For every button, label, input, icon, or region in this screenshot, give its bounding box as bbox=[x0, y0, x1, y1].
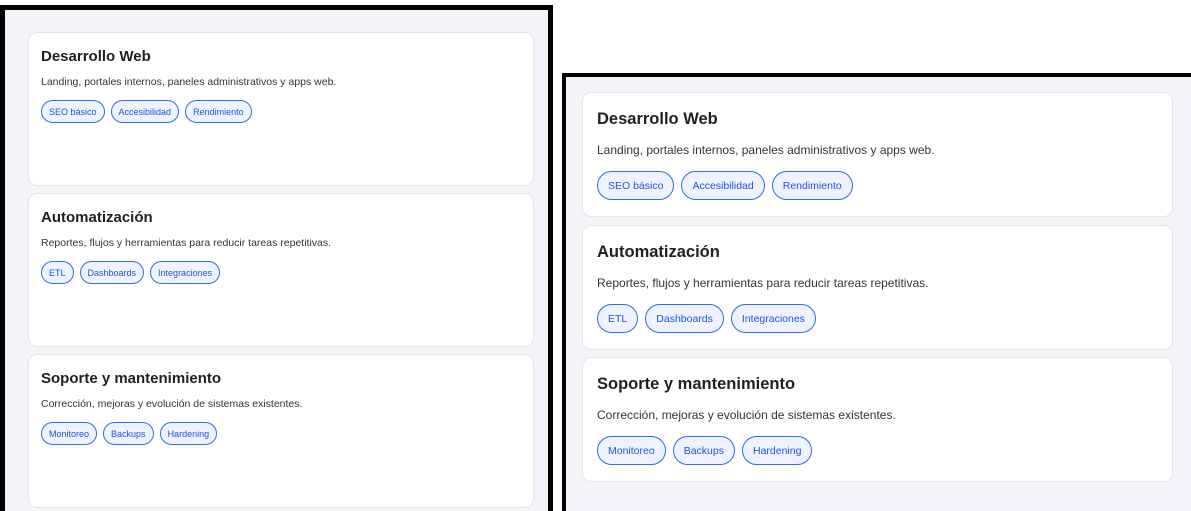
service-card-automation: Automatización Reportes, flujos y herram… bbox=[28, 193, 534, 347]
card-description: Reportes, flujos y herramientas para red… bbox=[41, 237, 332, 249]
tag-backups[interactable]: Backups bbox=[672, 436, 735, 465]
tag-integrations[interactable]: Integraciones bbox=[730, 304, 816, 333]
service-card-web: Desarrollo Web Landing, portales interno… bbox=[28, 32, 534, 186]
service-card-support: Soporte y mantenimiento Corrección, mejo… bbox=[582, 357, 1173, 482]
tag-integrations[interactable]: Integraciones bbox=[150, 261, 221, 284]
card-title: Automatización bbox=[597, 243, 720, 261]
tag-hardening[interactable]: Hardening bbox=[741, 436, 813, 465]
tag-monitoring[interactable]: Monitoreo bbox=[41, 422, 98, 445]
tag-list: ETL Dashboards Integraciones bbox=[597, 304, 816, 333]
tag-seo[interactable]: SEO básico bbox=[41, 100, 105, 123]
tag-list: SEO básico Accesibilidad Rendimiento bbox=[597, 171, 853, 200]
card-description: Landing, portales internos, paneles admi… bbox=[597, 143, 935, 157]
tag-list: SEO básico Accesibilidad Rendimiento bbox=[41, 100, 252, 123]
tag-backups[interactable]: Backups bbox=[103, 422, 154, 445]
service-card-support: Soporte y mantenimiento Corrección, mejo… bbox=[28, 354, 534, 508]
tag-seo[interactable]: SEO básico bbox=[597, 171, 675, 200]
tag-monitoring[interactable]: Monitoreo bbox=[597, 436, 666, 465]
tag-list: Monitoreo Backups Hardening bbox=[41, 422, 218, 445]
card-title: Soporte y mantenimiento bbox=[41, 370, 222, 387]
card-title: Automatización bbox=[41, 209, 153, 226]
card-title: Desarrollo Web bbox=[597, 110, 718, 128]
card-description: Corrección, mejoras y evolución de siste… bbox=[597, 408, 896, 422]
card-title: Soporte y mantenimiento bbox=[597, 375, 796, 393]
tag-dashboards[interactable]: Dashboards bbox=[79, 261, 145, 284]
tag-list: Monitoreo Backups Hardening bbox=[597, 436, 813, 465]
tag-performance[interactable]: Rendimiento bbox=[185, 100, 252, 123]
tag-performance[interactable]: Rendimiento bbox=[771, 171, 853, 200]
card-description: Reportes, flujos y herramientas para red… bbox=[597, 276, 929, 290]
tag-etl[interactable]: ETL bbox=[597, 304, 639, 333]
card-description: Corrección, mejoras y evolución de siste… bbox=[41, 398, 303, 410]
tag-hardening[interactable]: Hardening bbox=[159, 422, 218, 445]
tag-list: ETL Dashboards Integraciones bbox=[41, 261, 221, 284]
tag-etl[interactable]: ETL bbox=[41, 261, 74, 284]
services-panel-tall: Desarrollo Web Landing, portales interno… bbox=[0, 5, 553, 511]
tag-dashboards[interactable]: Dashboards bbox=[645, 304, 724, 333]
service-card-automation: Automatización Reportes, flujos y herram… bbox=[582, 225, 1173, 350]
tag-accessibility[interactable]: Accesibilidad bbox=[681, 171, 765, 200]
card-description: Landing, portales internos, paneles admi… bbox=[41, 76, 337, 88]
services-panel-compact: Desarrollo Web Landing, portales interno… bbox=[562, 73, 1191, 511]
service-card-web: Desarrollo Web Landing, portales interno… bbox=[582, 92, 1173, 217]
card-title: Desarrollo Web bbox=[41, 48, 151, 65]
tag-accessibility[interactable]: Accesibilidad bbox=[110, 100, 180, 123]
